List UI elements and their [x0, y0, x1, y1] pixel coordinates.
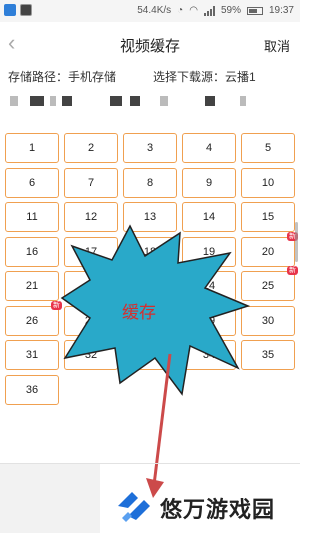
episode-4-button[interactable]: 4	[182, 133, 236, 163]
signal-icon	[203, 5, 215, 16]
divider	[0, 463, 300, 464]
pointer-arrow	[146, 353, 172, 498]
scrollbar-thumb[interactable]	[295, 222, 298, 262]
status-right: 54.4K/s ◔ ◠ 59% 19:37	[137, 5, 294, 16]
watermark-text: 悠万游戏园	[160, 497, 276, 522]
episode-label: 7	[87, 177, 95, 189]
status-notification-icons	[4, 4, 32, 16]
battery-icon	[246, 6, 263, 15]
episode-1-button[interactable]: 1	[5, 133, 59, 163]
episode-label: 35	[261, 349, 275, 361]
episode-8-button[interactable]: 8	[123, 168, 177, 198]
episode-label: 11	[26, 211, 38, 223]
episode-36-button[interactable]: 36	[5, 375, 59, 405]
episode-label: 5	[264, 142, 272, 154]
wifi-icon: ◠	[189, 5, 198, 16]
cache-label: 缓存	[122, 303, 156, 322]
battery-percent: 59%	[220, 5, 241, 16]
episode-21-button[interactable]: 21	[5, 271, 59, 301]
episode-label: 9	[205, 177, 213, 189]
episode-label: 16	[25, 246, 39, 258]
episode-2-button[interactable]: 2	[64, 133, 118, 163]
pixelated-region	[0, 90, 300, 112]
episode-26-button[interactable]: 26 新	[5, 301, 62, 336]
episode-label: 21	[25, 280, 39, 292]
episode-label: 6	[28, 177, 36, 189]
info-row: 存储路径：手机存储 选择下载源：云播1	[8, 68, 298, 86]
episode-label: 8	[146, 177, 154, 189]
episode-31-button[interactable]: 31	[5, 340, 59, 370]
episode-label: 36	[25, 384, 39, 396]
episode-label: 15	[261, 211, 275, 223]
page-title: 视频缓存	[119, 38, 180, 55]
episode-label: 3	[146, 142, 154, 154]
cancel-button[interactable]: 取消	[264, 36, 290, 55]
episode-7-button[interactable]: 7	[64, 168, 118, 198]
image-notification-icon	[20, 4, 32, 16]
episode-label: 20	[261, 246, 275, 258]
episode-label: 4	[205, 142, 213, 154]
navigation-bar: ‹ 视频缓存 取消	[0, 22, 300, 66]
clock: 19:37	[268, 5, 294, 16]
new-badge: 新	[287, 266, 298, 275]
episode-6-button[interactable]: 6	[5, 168, 59, 198]
episode-10-button[interactable]: 10	[241, 168, 295, 198]
episode-label: 10	[261, 177, 275, 189]
episode-label: 25	[261, 280, 275, 292]
app-notification-icon	[4, 4, 16, 16]
episode-9-button[interactable]: 9	[182, 168, 236, 198]
episode-label: 30	[261, 315, 275, 327]
episode-label: 31	[25, 349, 39, 361]
watermark-logo-icon	[118, 492, 150, 522]
episode-11-button[interactable]: 11	[5, 202, 59, 232]
episode-5-button[interactable]: 5	[241, 133, 295, 163]
episode-label: 26	[25, 315, 39, 327]
bottom-panel	[0, 463, 100, 533]
episode-16-button[interactable]: 16	[5, 237, 59, 267]
episode-3-button[interactable]: 3	[123, 133, 177, 163]
storage-path-selector[interactable]: 存储路径：手机存储	[8, 68, 116, 85]
status-bar: 54.4K/s ◔ ◠ 59% 19:37	[0, 0, 300, 22]
episode-label: 1	[28, 142, 36, 154]
episode-label: 2	[87, 142, 95, 154]
alarm-icon: ◔	[177, 5, 184, 16]
download-source-selector[interactable]: 选择下载源：云播1	[153, 68, 256, 85]
network-speed: 54.4K/s	[137, 5, 172, 16]
